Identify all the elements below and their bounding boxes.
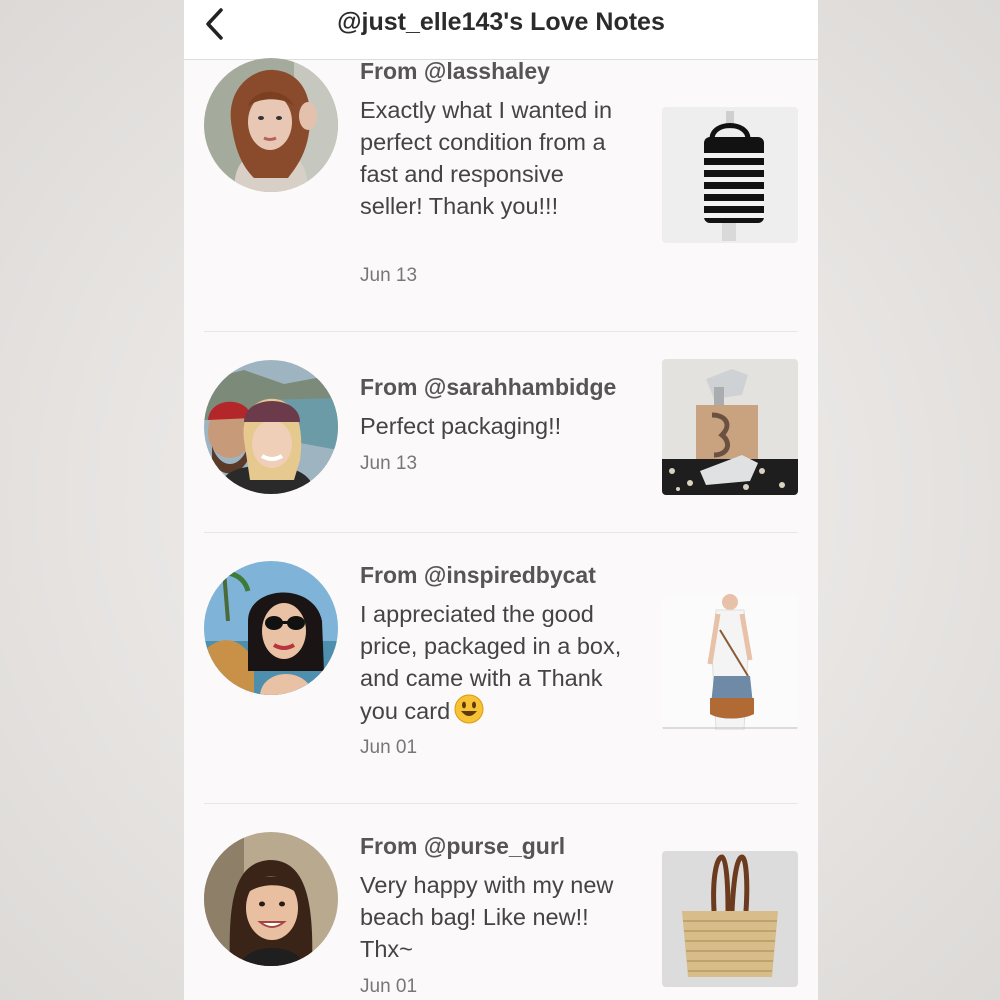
- note-text: Perfect packaging!!: [360, 413, 562, 439]
- note-date: Jun 01: [360, 737, 418, 758]
- avatar[interactable]: [204, 360, 338, 494]
- item-thumbnail[interactable]: [662, 107, 798, 243]
- item-thumbnail[interactable]: [662, 594, 798, 730]
- avatar[interactable]: [204, 561, 338, 695]
- note-sender[interactable]: From @purse_gurl: [360, 833, 565, 860]
- item-thumbnail[interactable]: [662, 359, 798, 495]
- note-text-container: I appreciated the good price, packaged i…: [360, 598, 632, 727]
- phone-screen: @just_elle143's Love Notes From @lasshal…: [184, 0, 818, 1000]
- note-text: Exactly what I wanted in perfect conditi…: [360, 97, 613, 219]
- note-sender[interactable]: From @inspiredbycat: [360, 562, 596, 589]
- note-date: Jun 01: [360, 976, 418, 997]
- divider: [204, 532, 798, 533]
- avatar[interactable]: [204, 832, 338, 966]
- item-thumbnail[interactable]: [662, 851, 798, 987]
- avatar[interactable]: [204, 58, 338, 192]
- page-title: @just_elle143's Love Notes: [337, 8, 665, 36]
- note-date: Jun 13: [360, 453, 418, 474]
- divider: [204, 331, 798, 332]
- note-text: I appreciated the good price, packaged i…: [360, 601, 622, 724]
- note-sender[interactable]: From @lasshaley: [360, 58, 550, 85]
- note-text: Very happy with my new beach bag! Like n…: [360, 872, 614, 962]
- smiley-emoji-icon: [454, 694, 484, 724]
- divider: [204, 803, 798, 804]
- header-bar: @just_elle143's Love Notes: [184, 0, 818, 60]
- note-date: Jun 13: [360, 265, 418, 286]
- note-sender[interactable]: From @sarahhambidge: [360, 374, 616, 401]
